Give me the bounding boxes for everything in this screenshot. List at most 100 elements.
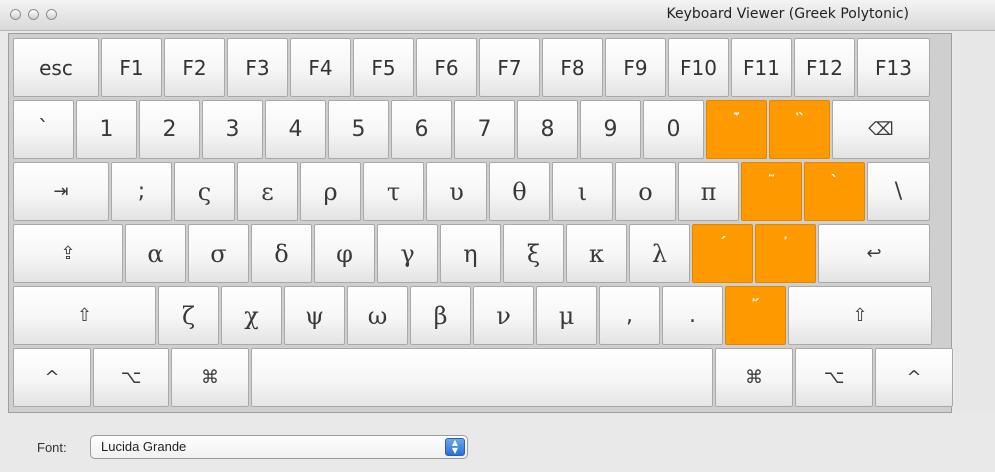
key-dead-dasia-varia[interactable]: ῝ [769,100,830,159]
key-f11[interactable]: F11 [731,38,792,97]
command-right-icon[interactable]: ⌘ [715,348,793,407]
key-label: 4 [288,117,303,142]
key-upsilon[interactable]: υ [426,162,487,221]
key-label: 8 [540,117,555,142]
key-8[interactable]: 8 [517,100,578,159]
key-phi[interactable]: φ [314,224,375,283]
key-comma[interactable]: , [599,286,660,345]
key-kappa[interactable]: κ [566,224,627,283]
key-0[interactable]: 0 [643,100,704,159]
key-f3[interactable]: F3 [227,38,288,97]
key-label: F13 [875,55,912,80]
key-label: F9 [623,55,648,80]
key-psi[interactable]: ψ [284,286,345,345]
key-delta[interactable]: δ [251,224,312,283]
key-label: ` [38,117,49,142]
space-bar[interactable] [251,348,713,407]
key-lambda[interactable]: λ [629,224,690,283]
key-f10[interactable]: F10 [668,38,729,97]
key-4[interactable]: 4 [265,100,326,159]
key-label: F10 [680,55,717,80]
key-chi[interactable]: χ [221,286,282,345]
key-1[interactable]: 1 [76,100,137,159]
key-7[interactable]: 7 [454,100,515,159]
key-epsilon[interactable]: ε [237,162,298,221]
key-gamma[interactable]: γ [377,224,438,283]
control-right-icon[interactable]: ^ [875,348,953,407]
key-eta[interactable]: η [440,224,501,283]
key-label: β [433,301,448,330]
option-left-icon[interactable]: ⌥ [93,348,169,407]
key-omega[interactable]: ω [347,286,408,345]
key-f1[interactable]: F1 [101,38,162,97]
key-nu[interactable]: ν [473,286,534,345]
control-left-icon[interactable]: ^ [13,348,91,407]
key-omicron[interactable]: ο [615,162,676,221]
key-mu[interactable]: μ [536,286,597,345]
key-label: ᾿ [781,234,790,253]
key-f4[interactable]: F4 [290,38,351,97]
minimize-button[interactable] [28,9,39,20]
key-backslash[interactable]: \ [867,162,930,221]
close-button[interactable] [10,9,21,20]
keyboard-viewer-window: Keyboard Viewer (Greek Polytonic) esc F1 F… [0,0,995,472]
key-label: ῎ [751,296,760,315]
key-3[interactable]: 3 [202,100,263,159]
key-zeta[interactable]: ζ [158,286,219,345]
key-dead-dasia-perispomeni[interactable]: ῾̃ [706,100,767,159]
key-beta[interactable]: β [410,286,471,345]
key-label: ν [496,301,511,330]
shift-left-icon[interactable]: ⇧ [13,286,156,345]
key-alpha[interactable]: α [125,224,186,283]
key-f6[interactable]: F6 [416,38,477,97]
key-2[interactable]: 2 [139,100,200,159]
key-f9[interactable]: F9 [605,38,666,97]
key-dead-oxia[interactable]: ´ [692,224,753,283]
key-label: φ [336,239,353,268]
key-label: δ [274,239,289,268]
key-pi[interactable]: π [678,162,739,221]
key-period[interactable]: . [662,286,723,345]
key-iota[interactable]: ι [552,162,613,221]
key-sigma[interactable]: σ [188,224,249,283]
key-tau[interactable]: τ [363,162,424,221]
return-icon[interactable]: ↩ [818,224,930,283]
key-label: ψ [305,301,324,330]
key-f2[interactable]: F2 [164,38,225,97]
caps-lock-icon[interactable]: ⇪ [13,224,123,283]
zoom-button[interactable] [46,9,57,20]
key-backtick[interactable]: ` [13,100,74,159]
key-xi[interactable]: ξ [503,224,564,283]
key-5[interactable]: 5 [328,100,389,159]
key-f5[interactable]: F5 [353,38,414,97]
tab-icon[interactable]: ⇥ [13,162,109,221]
key-label: F4 [308,55,333,80]
key-label: ⇧ [76,305,93,326]
keyboard: esc F1 F2 F3 F4 F5 F6 F7 F8 F9 F10 F11 F12 F13 ` 1 2 3 4 5 6… [8,33,953,413]
delete-icon[interactable]: ⌫ [832,100,930,159]
key-9[interactable]: 9 [580,100,641,159]
font-select[interactable]: Lucida Grande ▲ ▼ [90,435,468,459]
key-label: ῀ [767,172,776,191]
key-f8[interactable]: F8 [542,38,603,97]
key-theta[interactable]: θ [489,162,550,221]
key-dead-psili-oxia[interactable]: ῎ [725,286,786,345]
key-6[interactable]: 6 [391,100,452,159]
option-right-icon[interactable]: ⌥ [795,348,873,407]
key-label: ´ [718,234,727,253]
key-dead-psili[interactable]: ᾿ [755,224,816,283]
key-semicolon[interactable]: ; [111,162,172,221]
key-label: ξ [526,239,541,268]
key-final-sigma[interactable]: ς [174,162,235,221]
command-left-icon[interactable]: ⌘ [171,348,249,407]
key-label: α [147,239,164,268]
key-esc[interactable]: esc [13,38,99,97]
key-dead-perispomeni[interactable]: ῀ [741,162,802,221]
shift-right-icon[interactable]: ⇧ [788,286,932,345]
key-dead-varia[interactable]: ` [804,162,865,221]
key-f13[interactable]: F13 [857,38,930,97]
key-rho[interactable]: ρ [300,162,361,221]
key-label: 5 [351,117,366,142]
key-f12[interactable]: F12 [794,38,855,97]
key-f7[interactable]: F7 [479,38,540,97]
